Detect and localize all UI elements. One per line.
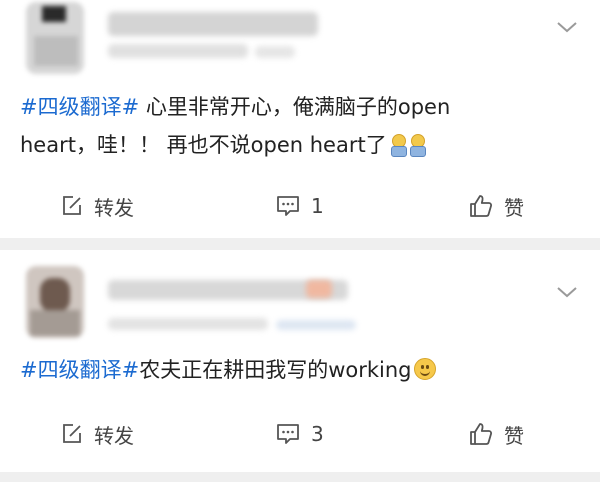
like-button[interactable]: 赞 — [468, 186, 524, 226]
repost-label: 转发 — [94, 423, 134, 448]
edit-square-icon — [63, 196, 81, 215]
post-text-line: 心里非常开心，俺满脑子的open — [139, 95, 451, 119]
like-button[interactable]: 赞 — [468, 414, 524, 454]
comment-count: 1 — [311, 194, 324, 218]
hashtag-link[interactable]: #四级翻译# — [20, 358, 139, 382]
thumbs-up-icon — [470, 423, 493, 445]
tired-face-emoji — [390, 134, 407, 157]
post-menu-button[interactable] — [554, 279, 580, 305]
comment-button[interactable]: 3 — [275, 414, 324, 454]
edit-square-icon — [63, 424, 81, 443]
post-card: #四级翻译#农夫正在耕田我写的working 转发 3 赞 — [0, 250, 600, 472]
post-menu-button[interactable] — [554, 14, 580, 40]
user-badge-blurred — [306, 280, 332, 298]
comment-count: 3 — [311, 422, 324, 446]
post-text: #四级翻译#农夫正在耕田我写的working — [20, 351, 580, 389]
user-meta-blurred — [108, 318, 268, 330]
comment-bubble-icon — [277, 424, 299, 444]
post-text-line: 农夫正在耕田我写的working — [139, 358, 412, 382]
smile-emoji — [413, 358, 436, 380]
like-label: 赞 — [504, 423, 524, 448]
repost-button[interactable]: 转发 — [60, 186, 134, 226]
comment-bubble-icon — [277, 196, 299, 216]
avatar[interactable] — [20, 264, 90, 340]
chevron-down-icon — [557, 287, 577, 298]
action-bar: 转发 1 赞 — [0, 186, 600, 226]
thumbs-up-icon — [470, 195, 493, 217]
user-meta-blurred — [108, 44, 248, 58]
tired-face-emoji — [409, 134, 426, 157]
user-meta-blurred — [255, 46, 295, 58]
comment-button[interactable]: 1 — [275, 186, 324, 226]
post-text-line: heart，哇！！ 再也不说open heart了 — [20, 133, 387, 157]
post-card: #四级翻译# 心里非常开心，俺满脑子的open heart，哇！！ 再也不说op… — [0, 0, 600, 238]
username-blurred[interactable] — [108, 12, 318, 36]
avatar[interactable] — [20, 0, 90, 76]
hashtag-link[interactable]: #四级翻译# — [20, 95, 139, 119]
feed: #四级翻译# 心里非常开心，俺满脑子的open heart，哇！！ 再也不说op… — [0, 0, 600, 482]
like-label: 赞 — [504, 195, 524, 220]
chevron-down-icon — [557, 22, 577, 33]
action-bar: 转发 3 赞 — [0, 414, 600, 454]
post-text: #四级翻译# 心里非常开心，俺满脑子的open heart，哇！！ 再也不说op… — [20, 88, 580, 164]
user-meta-blurred — [276, 320, 356, 330]
repost-label: 转发 — [94, 195, 134, 220]
repost-button[interactable]: 转发 — [60, 414, 134, 454]
